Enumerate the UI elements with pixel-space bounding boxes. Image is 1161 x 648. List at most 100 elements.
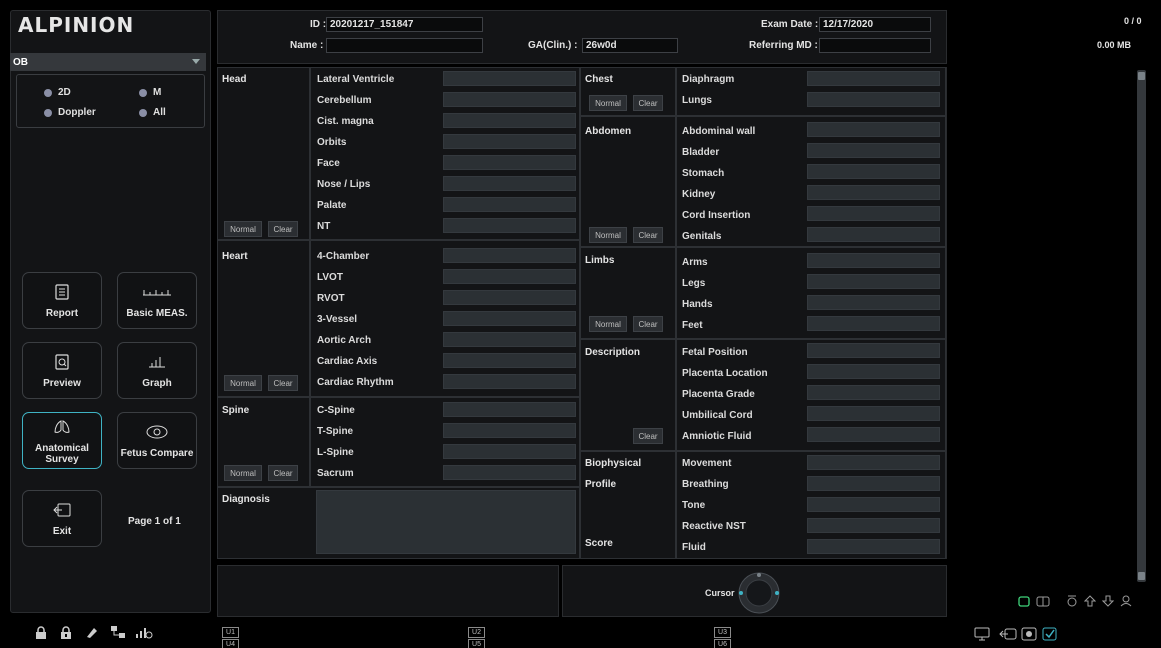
heart-normal-button[interactable]: Normal: [224, 375, 262, 391]
placenta-grade-field[interactable]: [807, 385, 940, 400]
spine-normal-button[interactable]: Normal: [224, 465, 262, 481]
preset-dropdown[interactable]: OB: [10, 53, 206, 71]
spine-clear-button[interactable]: Clear: [268, 465, 298, 481]
nt-field[interactable]: [443, 218, 576, 233]
abdominal-wall-field[interactable]: [807, 122, 940, 137]
ruler-icon: [142, 282, 172, 302]
head-clear-button[interactable]: Clear: [268, 221, 298, 237]
three-vessel-field[interactable]: [443, 311, 576, 326]
breathing-field[interactable]: [807, 476, 940, 491]
single-layout-icon[interactable]: [1018, 596, 1030, 610]
chest-clear-button[interactable]: Clear: [633, 95, 663, 111]
dual-layout-icon[interactable]: [1036, 596, 1050, 610]
chest-normal-button[interactable]: Normal: [589, 95, 627, 111]
name-field[interactable]: [326, 38, 483, 53]
bladder-field[interactable]: [807, 143, 940, 158]
c-spine-field[interactable]: [443, 402, 576, 417]
trackball-icon[interactable]: [736, 571, 782, 618]
cardiac-axis-field[interactable]: [443, 353, 576, 368]
id-field[interactable]: 20201217_151847: [326, 17, 483, 32]
check-icon[interactable]: [1042, 626, 1058, 645]
record-icon[interactable]: [1021, 627, 1037, 644]
mode-radio-m[interactable]: M: [139, 87, 161, 98]
report-button[interactable]: Report: [22, 272, 102, 329]
placenta-location-field[interactable]: [807, 364, 940, 379]
graph-button[interactable]: Graph: [117, 342, 197, 399]
diaphragm-field[interactable]: [807, 71, 940, 86]
hands-field[interactable]: [807, 295, 940, 310]
lock-open-icon[interactable]: [60, 626, 72, 643]
item-label: Amniotic Fluid: [682, 431, 752, 442]
user-key-1-4[interactable]: U1 U4: [222, 627, 239, 648]
cist-magna-field[interactable]: [443, 113, 576, 128]
exam-date-field[interactable]: 12/17/2020: [819, 17, 931, 32]
graph-icon: [148, 352, 166, 372]
abdomen-normal-button[interactable]: Normal: [589, 227, 627, 243]
rvot-field[interactable]: [443, 290, 576, 305]
head-normal-button[interactable]: Normal: [224, 221, 262, 237]
heart-clear-button[interactable]: Clear: [268, 375, 298, 391]
lungs-field[interactable]: [807, 92, 940, 107]
cord-insertion-field[interactable]: [807, 206, 940, 221]
movement-field[interactable]: [807, 455, 940, 470]
umbilical-cord-field[interactable]: [807, 406, 940, 421]
signal-icon[interactable]: [135, 625, 153, 642]
lvot-field[interactable]: [443, 269, 576, 284]
lock-icon[interactable]: [35, 626, 47, 643]
usb-icon[interactable]: [999, 627, 1017, 644]
fetal-position-field[interactable]: [807, 343, 940, 358]
stomach-field[interactable]: [807, 164, 940, 179]
referring-md-field[interactable]: [819, 38, 931, 53]
mode-radio-doppler[interactable]: Doppler: [44, 107, 96, 118]
mode-radio-all[interactable]: All: [139, 107, 166, 118]
abdomen-clear-button[interactable]: Clear: [633, 227, 663, 243]
fluid-field[interactable]: [807, 539, 940, 554]
arrow-up-icon[interactable]: [1083, 595, 1097, 610]
sacrum-field[interactable]: [443, 465, 576, 480]
tone-field[interactable]: [807, 497, 940, 512]
item-label: Umbilical Cord: [682, 410, 753, 421]
ga-field[interactable]: 26w0d: [582, 38, 678, 53]
probe-icon[interactable]: [85, 625, 99, 642]
arms-field[interactable]: [807, 253, 940, 268]
lateral-ventricle-field[interactable]: [443, 71, 576, 86]
kidney-field[interactable]: [807, 185, 940, 200]
radio-dot-icon: [44, 108, 52, 117]
feet-field[interactable]: [807, 316, 940, 331]
face-field[interactable]: [443, 155, 576, 170]
user-key-3-6[interactable]: U3 U6: [714, 627, 731, 648]
legs-field[interactable]: [807, 274, 940, 289]
nose-lips-field[interactable]: [443, 176, 576, 191]
amniotic-fluid-field[interactable]: [807, 427, 940, 442]
cardiac-rhythm-field[interactable]: [443, 374, 576, 389]
four-chamber-field[interactable]: [443, 248, 576, 263]
limbs-clear-button[interactable]: Clear: [633, 316, 663, 332]
person-icon[interactable]: [1120, 595, 1132, 610]
palate-field[interactable]: [443, 197, 576, 212]
monitor-icon[interactable]: [974, 627, 990, 644]
preview-button[interactable]: Preview: [22, 342, 102, 399]
limbs-normal-button[interactable]: Normal: [589, 316, 627, 332]
network-icon[interactable]: [110, 625, 126, 642]
anatomical-survey-button[interactable]: Anatomical Survey: [22, 412, 102, 469]
basic-meas-button[interactable]: Basic MEAS.: [117, 272, 197, 329]
genitals-field[interactable]: [807, 227, 940, 242]
mode-radio-2d[interactable]: 2D: [44, 87, 71, 98]
exit-button[interactable]: Exit: [22, 490, 102, 547]
referring-md-label: Referring MD :: [749, 40, 818, 51]
thumbnail-scrollbar[interactable]: [1137, 70, 1146, 582]
aortic-arch-field[interactable]: [443, 332, 576, 347]
l-spine-field[interactable]: [443, 444, 576, 459]
scroll-up-arrow[interactable]: [1138, 72, 1145, 80]
user-key-2-5[interactable]: U2 U5: [468, 627, 485, 648]
scroll-down-arrow[interactable]: [1138, 572, 1145, 580]
orbits-field[interactable]: [443, 134, 576, 149]
fetus-compare-button[interactable]: Fetus Compare: [117, 412, 197, 469]
rotate-icon[interactable]: [1066, 595, 1078, 610]
diagnosis-textarea[interactable]: [316, 490, 576, 554]
t-spine-field[interactable]: [443, 423, 576, 438]
cerebellum-field[interactable]: [443, 92, 576, 107]
reactive-nst-field[interactable]: [807, 518, 940, 533]
arrow-down-icon[interactable]: [1101, 595, 1115, 610]
description-clear-button[interactable]: Clear: [633, 428, 663, 444]
